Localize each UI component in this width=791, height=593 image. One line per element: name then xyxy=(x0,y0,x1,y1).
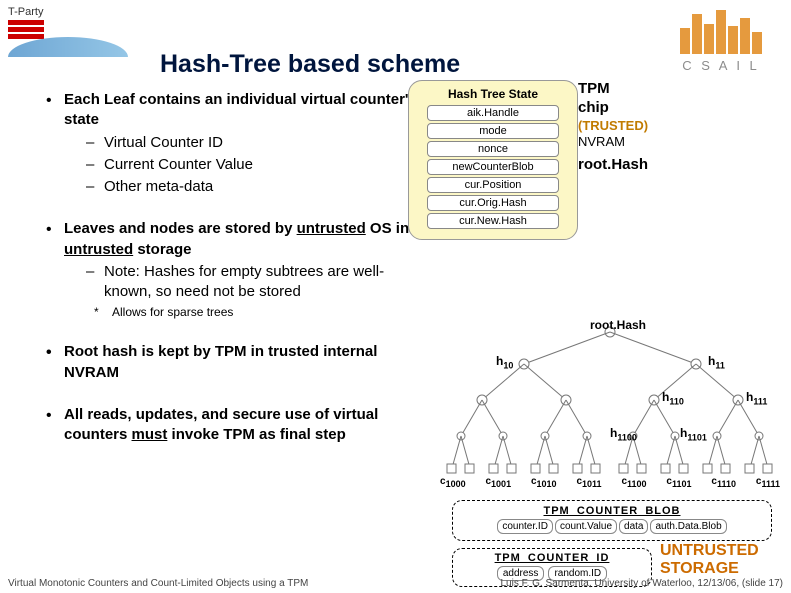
footer-right: Luis F. G. Sarmenta, University of Water… xyxy=(500,578,783,589)
idbox-label: TPM_COUNTER_ID xyxy=(459,552,645,564)
hts-field-0: aik.Handle xyxy=(427,105,559,121)
hash-tree-diagram: root.Hash h10 h11 h110 h111 h1100 h1101 … xyxy=(440,320,780,490)
blob-cell-2: data xyxy=(619,519,648,534)
hts-field-4: cur.Position xyxy=(427,177,559,193)
bullet-2-sub-1: Note: Hashes for empty subtrees are well… xyxy=(86,262,426,303)
tree-h11: h11 xyxy=(708,354,725,370)
tree-h1100: h1100 xyxy=(610,426,637,442)
blob-cell-3: auth.Data.Blob xyxy=(650,519,726,534)
blob-cell-0: counter.ID xyxy=(497,519,553,534)
hts-field-1: mode xyxy=(427,123,559,139)
blob-cell-1: count.Value xyxy=(555,519,617,534)
tpm-counter-blob-box: TPM_COUNTER_BLOB counter.ID count.Value … xyxy=(452,500,772,541)
tpm-chip-label: TPM chip (TRUSTED) NVRAM root.Hash xyxy=(578,80,648,175)
tree-svg xyxy=(440,320,780,490)
hash-tree-state-label: Hash Tree State xyxy=(417,87,569,101)
bullet-2-subsub-1: Allows for sparse trees xyxy=(94,304,426,320)
tree-leaf-labels: c1000 c1001 c1010 c1011 c1100 c1101 c111… xyxy=(440,476,780,489)
logo-tparty: T-Party xyxy=(8,6,128,57)
tree-h110: h110 xyxy=(662,390,684,406)
tree-h1101: h1101 xyxy=(680,426,707,442)
hts-field-6: cur.New.Hash xyxy=(427,213,559,229)
bullet-1-sub-3: Other meta-data xyxy=(86,177,426,197)
bullet-2: Leaves and nodes are stored by untrusted… xyxy=(46,219,426,320)
hts-field-5: cur.Orig.Hash xyxy=(427,195,559,211)
hts-field-2: nonce xyxy=(427,141,559,157)
footer-left: Virtual Monotonic Counters and Count-Lim… xyxy=(8,578,308,589)
footer: Virtual Monotonic Counters and Count-Lim… xyxy=(0,578,791,589)
untrusted-storage-label: UNTRUSTED STORAGE xyxy=(660,542,759,577)
bullet-1-sub-2: Current Counter Value xyxy=(86,155,426,175)
hash-tree-state-box: Hash Tree State aik.Handle mode nonce ne… xyxy=(408,80,578,240)
tree-h10: h10 xyxy=(496,354,513,370)
tree-root-label: root.Hash xyxy=(590,318,646,332)
bullet-3: Root hash is kept by TPM in trusted inte… xyxy=(46,342,426,383)
tree-h111: h111 xyxy=(746,390,767,406)
logo-csail-label: C S A I L xyxy=(661,58,781,73)
logo-csail: C S A I L xyxy=(661,10,781,80)
bullet-1: Each Leaf contains an individual virtual… xyxy=(46,90,426,197)
blob-label: TPM_COUNTER_BLOB xyxy=(459,505,765,517)
hts-field-3: newCounterBlob xyxy=(427,159,559,175)
slide-title: Hash-Tree based scheme xyxy=(160,50,460,79)
bullet-1-sub-1: Virtual Counter ID xyxy=(86,133,426,153)
logo-tparty-label: T-Party xyxy=(8,6,43,18)
bullet-list: Each Leaf contains an individual virtual… xyxy=(46,90,426,467)
bullet-4: All reads, updates, and secure use of vi… xyxy=(46,405,426,446)
